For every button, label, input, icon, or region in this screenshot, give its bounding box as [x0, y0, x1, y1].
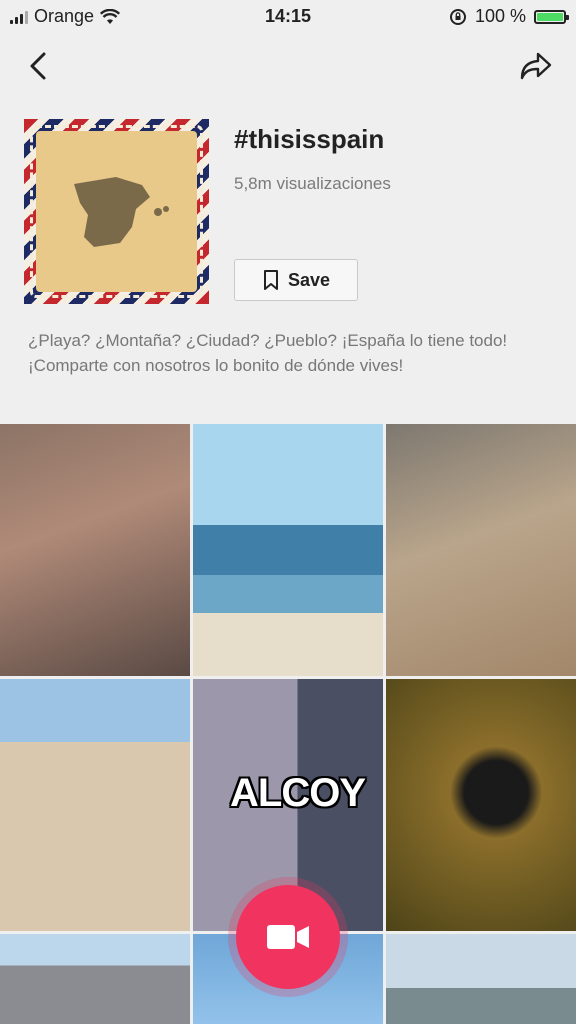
spain-map-icon — [74, 177, 169, 247]
back-button[interactable] — [18, 46, 58, 86]
video-thumbnail[interactable] — [386, 934, 576, 1024]
status-bar: Orange 14:15 100 % — [0, 0, 576, 32]
share-button[interactable] — [516, 46, 556, 86]
description-line-2: ¡Comparte con nosotros lo bonito de dónd… — [28, 356, 404, 375]
record-video-button[interactable] — [236, 885, 340, 989]
video-thumbnail[interactable] — [0, 934, 190, 1024]
video-thumbnail[interactable] — [0, 424, 190, 676]
description-line-1: ¿Playa? ¿Montaña? ¿Ciudad? ¿Pueblo? ¡Esp… — [28, 331, 508, 350]
battery-fill — [537, 12, 563, 21]
hashtag-description: ¿Playa? ¿Montaña? ¿Ciudad? ¿Pueblo? ¡Esp… — [28, 328, 558, 378]
chevron-left-icon — [30, 52, 46, 80]
video-thumbnail[interactable] — [386, 424, 576, 676]
save-button[interactable]: Save — [234, 259, 358, 301]
video-thumbnail[interactable] — [193, 424, 383, 676]
video-thumbnail[interactable] — [0, 679, 190, 931]
hashtag-cover-image — [24, 119, 209, 304]
video-overlay-text: ALCOY — [230, 771, 366, 815]
bookmark-icon — [263, 270, 278, 290]
status-right: 100 % — [449, 6, 569, 27]
rotation-lock-icon — [449, 8, 466, 25]
video-camera-icon — [267, 925, 309, 949]
battery-label: 100 % — [474, 6, 526, 26]
view-count: 5,8m visualizaciones — [234, 174, 391, 193]
save-label: Save — [287, 269, 331, 290]
top-nav — [0, 44, 576, 88]
video-thumbnail[interactable] — [386, 679, 576, 931]
battery-icon — [534, 9, 569, 24]
hashtag-title: #thisisspain — [234, 124, 385, 154]
share-arrow-icon — [520, 52, 552, 80]
